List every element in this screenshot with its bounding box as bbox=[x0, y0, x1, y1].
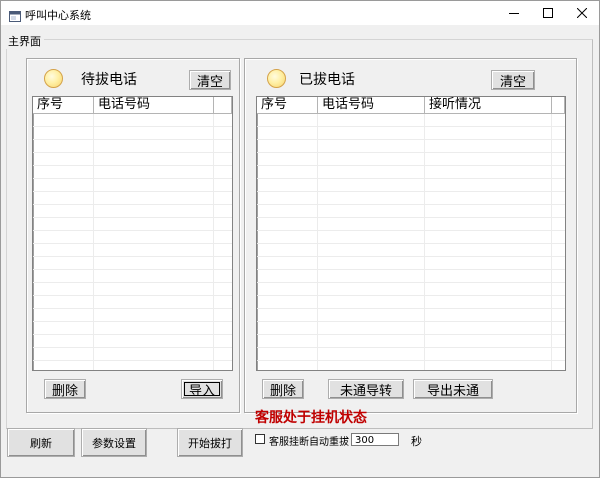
pending-col-phone[interactable]: 电话号码 bbox=[94, 97, 214, 113]
dialed-calls-panel: 已拔电话 清空 序号 电话号码 接听情况 删除 未通导转 导出未通 bbox=[244, 58, 577, 413]
dialed-col-answer-status[interactable]: 接听情况 bbox=[425, 97, 552, 113]
minimize-icon bbox=[509, 13, 519, 14]
auto-redial-label[interactable]: 客服挂断自动重拔 bbox=[269, 433, 349, 448]
dialed-grid-line bbox=[551, 114, 552, 370]
dialed-col-extra[interactable] bbox=[552, 97, 565, 113]
dialed-list-body bbox=[257, 114, 565, 370]
import-button[interactable]: 导入 bbox=[181, 379, 223, 399]
maximize-button[interactable] bbox=[531, 1, 565, 25]
dialed-indicator-lamp bbox=[267, 69, 286, 88]
title-bar[interactable]: 呼叫中心系统 bbox=[1, 1, 599, 25]
dialed-clear-button[interactable]: 清空 bbox=[491, 70, 535, 90]
pending-calls-list[interactable]: 序号 电话号码 bbox=[32, 96, 233, 371]
pending-list-body bbox=[33, 114, 232, 370]
dialed-col-index[interactable]: 序号 bbox=[257, 97, 318, 113]
dialed-delete-button[interactable]: 删除 bbox=[262, 379, 304, 399]
app-window: 呼叫中心系统 主界面 待拔电话 清空 序号 电话号码 删除 导入 已拔电话 清空… bbox=[0, 0, 600, 478]
dialed-calls-title: 已拔电话 bbox=[299, 72, 355, 88]
refresh-button[interactable]: 刷新 bbox=[7, 428, 75, 457]
main-group-legend: 主界面 bbox=[5, 33, 44, 49]
maximize-icon bbox=[543, 8, 553, 18]
redial-seconds-input[interactable]: 300 bbox=[351, 433, 399, 446]
pending-clear-button[interactable]: 清空 bbox=[189, 70, 231, 90]
pending-calls-panel: 待拔电话 清空 序号 电话号码 删除 导入 bbox=[26, 58, 240, 413]
pending-delete-button[interactable]: 删除 bbox=[44, 379, 86, 399]
dialed-grid-line bbox=[424, 114, 425, 370]
settings-button[interactable]: 参数设置 bbox=[81, 428, 147, 457]
seconds-unit-label: 秒 bbox=[411, 435, 422, 448]
pending-grid-line bbox=[93, 114, 94, 370]
start-dialing-button[interactable]: 开始拔打 bbox=[177, 428, 243, 457]
app-window-icon bbox=[9, 7, 21, 22]
agent-status-text: 客服处于挂机状态 bbox=[255, 410, 367, 426]
export-failed-button[interactable]: 导出未通 bbox=[413, 379, 493, 399]
dialed-calls-list[interactable]: 序号 电话号码 接听情况 bbox=[256, 96, 566, 371]
dialed-list-header: 序号 电话号码 接听情况 bbox=[257, 97, 565, 114]
redirect-failed-button[interactable]: 未通导转 bbox=[328, 379, 404, 399]
pending-list-header: 序号 电话号码 bbox=[33, 97, 232, 114]
minimize-button[interactable] bbox=[497, 1, 531, 25]
pending-grid-line bbox=[213, 114, 214, 370]
dialed-grid-line bbox=[317, 114, 318, 370]
pending-col-extra[interactable] bbox=[214, 97, 232, 113]
pending-col-index[interactable]: 序号 bbox=[33, 97, 94, 113]
dialed-col-phone[interactable]: 电话号码 bbox=[318, 97, 425, 113]
window-title: 呼叫中心系统 bbox=[25, 9, 91, 22]
close-icon bbox=[577, 8, 587, 18]
pending-indicator-lamp bbox=[44, 69, 63, 88]
pending-calls-title: 待拔电话 bbox=[81, 72, 137, 88]
auto-redial-checkbox[interactable] bbox=[255, 434, 265, 444]
close-button[interactable] bbox=[565, 1, 599, 25]
